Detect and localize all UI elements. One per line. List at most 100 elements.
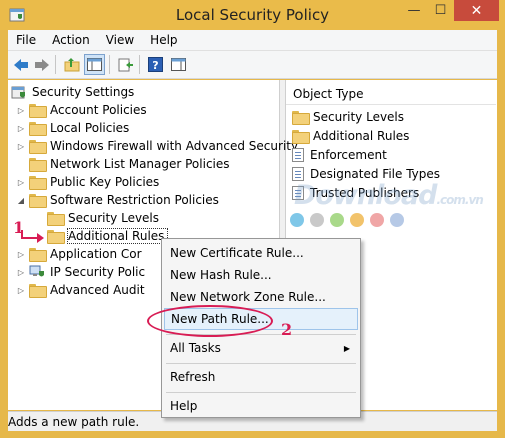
- tree-item-label: Advanced Audit: [50, 283, 145, 297]
- list-item[interactable]: Security Levels: [292, 108, 404, 126]
- tree-item-ip-security[interactable]: ▷ IP Security Polic: [16, 263, 145, 281]
- close-button[interactable]: ✕: [454, 0, 499, 21]
- tree-item-windows-firewall[interactable]: ▷ Windows Firewall with Advanced Securit…: [16, 137, 298, 155]
- menu-file[interactable]: File: [8, 33, 44, 47]
- watermark-logo: Download.com.vn: [294, 180, 484, 211]
- watermark-dot: [390, 213, 404, 227]
- expand-arrow-icon[interactable]: ▷: [16, 268, 26, 277]
- folder-icon: [29, 104, 47, 118]
- menu-new-certificate-rule[interactable]: New Certificate Rule...: [164, 242, 358, 264]
- list-item-label: Enforcement: [310, 148, 387, 162]
- title-bar[interactable]: Local Security Policy — ☐ ✕: [0, 0, 505, 30]
- help-icon: ?: [148, 57, 163, 72]
- tree-item-label: Software Restriction Policies: [50, 193, 219, 207]
- tree-item-local-policies[interactable]: ▷ Local Policies: [16, 119, 129, 137]
- help-button[interactable]: ?: [145, 54, 166, 75]
- toolbar-separator: [139, 55, 140, 74]
- annotation-arrow-icon: [21, 230, 44, 243]
- folder-icon: [29, 122, 47, 136]
- window-frame: Local Security Policy — ☐ ✕ File Action …: [0, 0, 505, 438]
- folder-up-icon: [64, 57, 79, 71]
- annotation-highlight-ellipse: [147, 305, 273, 337]
- list-item[interactable]: Enforcement: [292, 146, 387, 164]
- tree-item-label: Account Policies: [50, 103, 147, 117]
- export-icon: [118, 58, 133, 71]
- watermark-dot: [370, 213, 384, 227]
- tree-item-label: Additional Rules: [66, 228, 169, 244]
- folder-icon: [47, 212, 65, 226]
- policy-icon: [292, 167, 304, 181]
- tree-item-label: Public Key Policies: [50, 175, 160, 189]
- show-action-pane-button[interactable]: [168, 54, 189, 75]
- expand-arrow-icon[interactable]: ▷: [16, 106, 26, 115]
- tree-item-account-policies[interactable]: ▷ Account Policies: [16, 101, 147, 119]
- back-arrow-icon: [13, 58, 28, 71]
- expand-arrow-icon[interactable]: ▷: [16, 124, 26, 133]
- folder-icon: [292, 130, 310, 144]
- watermark-dots: [290, 213, 404, 227]
- menu-refresh[interactable]: Refresh: [164, 366, 358, 388]
- tree-item-network-list-manager[interactable]: Network List Manager Policies: [16, 155, 230, 173]
- expand-arrow-icon[interactable]: ▷: [16, 250, 26, 259]
- tree-item-label: Windows Firewall with Advanced Security: [50, 139, 299, 153]
- tree-item-application-control[interactable]: ▷ Application Cor: [16, 245, 142, 263]
- forward-arrow-icon: [34, 58, 49, 71]
- console-tree-icon: [87, 58, 102, 71]
- submenu-arrow-icon: ▶: [343, 343, 350, 353]
- watermark-dot: [310, 213, 324, 227]
- watermark-dot: [330, 213, 344, 227]
- minimize-button[interactable]: —: [401, 0, 427, 21]
- export-list-button[interactable]: [115, 54, 136, 75]
- menu-action[interactable]: Action: [44, 33, 98, 47]
- toolbar: ?: [8, 51, 497, 79]
- tree-item-label: Local Policies: [50, 121, 130, 135]
- ip-security-icon: [29, 265, 44, 277]
- tree-item-advanced-audit[interactable]: ▷ Advanced Audit: [16, 281, 145, 299]
- folder-icon: [29, 284, 47, 298]
- menu-view[interactable]: View: [98, 33, 142, 47]
- folder-icon: [29, 140, 47, 154]
- menu-help-item[interactable]: Help: [164, 395, 358, 417]
- security-settings-icon: [11, 86, 25, 98]
- tree-root[interactable]: Security Settings: [11, 83, 134, 101]
- tree-item-label: IP Security Polic: [50, 265, 146, 279]
- folder-icon: [47, 230, 65, 244]
- action-pane-icon: [171, 58, 186, 71]
- tree-item-software-restriction[interactable]: ◢ Software Restriction Policies: [16, 191, 219, 209]
- menu-new-hash-rule[interactable]: New Hash Rule...: [164, 264, 358, 286]
- expand-arrow-icon[interactable]: ▷: [16, 286, 26, 295]
- toolbar-separator: [109, 55, 110, 74]
- folder-icon: [29, 194, 47, 208]
- menu-all-tasks-label: All Tasks: [170, 341, 221, 355]
- collapse-arrow-icon[interactable]: ◢: [16, 196, 26, 205]
- tree-item-label: Network List Manager Policies: [50, 157, 230, 171]
- folder-icon: [29, 176, 47, 190]
- menu-help[interactable]: Help: [142, 33, 185, 47]
- maximize-button[interactable]: ☐: [428, 0, 453, 21]
- menu-bar: File Action View Help: [8, 30, 497, 51]
- tree-item-additional-rules[interactable]: Additional Rules: [34, 227, 169, 245]
- policy-icon: [292, 148, 304, 162]
- list-item-label: Designated File Types: [310, 167, 441, 181]
- tree-item-label: Security Levels: [68, 211, 160, 225]
- header-divider: [286, 104, 496, 105]
- menu-separator: [166, 392, 356, 393]
- folder-icon: [29, 248, 47, 262]
- list-item[interactable]: Additional Rules: [292, 127, 409, 145]
- tree-item-security-levels[interactable]: Security Levels: [34, 209, 159, 227]
- up-one-level-button[interactable]: [61, 54, 82, 75]
- watermark-dot: [350, 213, 364, 227]
- list-item-label: Security Levels: [313, 110, 405, 124]
- forward-button[interactable]: [31, 54, 52, 75]
- tree-item-public-key-policies[interactable]: ▷ Public Key Policies: [16, 173, 159, 191]
- watermark-text: Download: [294, 180, 437, 211]
- folder-icon: [29, 158, 47, 172]
- expand-arrow-icon[interactable]: ▷: [16, 142, 26, 151]
- column-header-object-type[interactable]: Object Type: [293, 87, 363, 101]
- expand-arrow-icon[interactable]: ▷: [16, 178, 26, 187]
- show-hide-tree-button[interactable]: [84, 54, 105, 75]
- menu-all-tasks[interactable]: All Tasks ▶: [164, 337, 358, 359]
- tree-item-label: Application Cor: [50, 247, 142, 261]
- toolbar-separator: [55, 55, 56, 74]
- back-button[interactable]: [10, 54, 31, 75]
